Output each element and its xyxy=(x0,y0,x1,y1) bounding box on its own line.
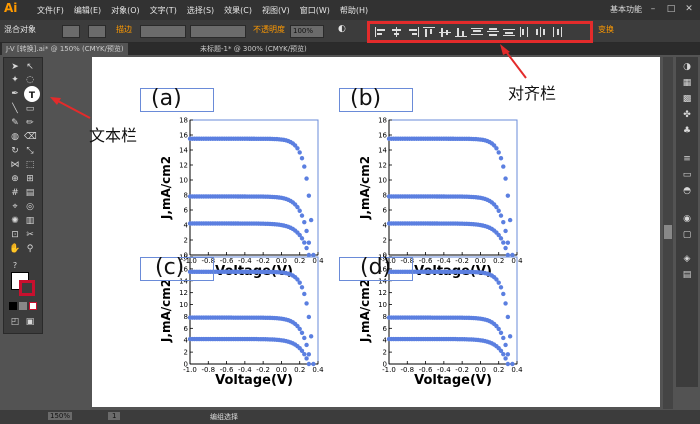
panels-dock: ◑ ▦ ▩ ✤ ♣ ≡ ▭ ◓ ◉ ▢ ◈ ▤ xyxy=(676,57,698,387)
artboards-icon[interactable]: ▤ xyxy=(681,269,693,281)
stroke-panel-icon[interactable]: ≡ xyxy=(681,153,693,165)
swatches-icon[interactable]: ▩ xyxy=(681,93,693,105)
status-bar: 150% 1 编组选择 xyxy=(0,410,700,424)
symbols-icon[interactable]: ♣ xyxy=(681,125,693,137)
transparency-icon[interactable]: ◓ xyxy=(681,185,693,197)
status-text: 编组选择 xyxy=(210,413,238,421)
page-field[interactable]: 1 xyxy=(108,412,121,420)
color-panel-icon[interactable]: ◑ xyxy=(681,61,693,73)
color-guide-icon[interactable]: ▦ xyxy=(681,77,693,89)
text-tool-arrow-line xyxy=(55,99,91,119)
brushes-icon[interactable]: ✤ xyxy=(681,109,693,121)
layers-icon[interactable]: ◈ xyxy=(681,253,693,265)
appearance-icon[interactable]: ◉ xyxy=(681,213,693,225)
align-arrow-line xyxy=(503,48,527,79)
gradient-panel-icon[interactable]: ▭ xyxy=(681,169,693,181)
annotation-arrows xyxy=(50,44,527,119)
vertical-scrollbar[interactable] xyxy=(663,57,673,409)
zoom-field[interactable]: 150% xyxy=(48,412,73,420)
graphic-styles-icon[interactable]: ▢ xyxy=(681,229,693,241)
scroll-thumb[interactable] xyxy=(664,225,672,239)
